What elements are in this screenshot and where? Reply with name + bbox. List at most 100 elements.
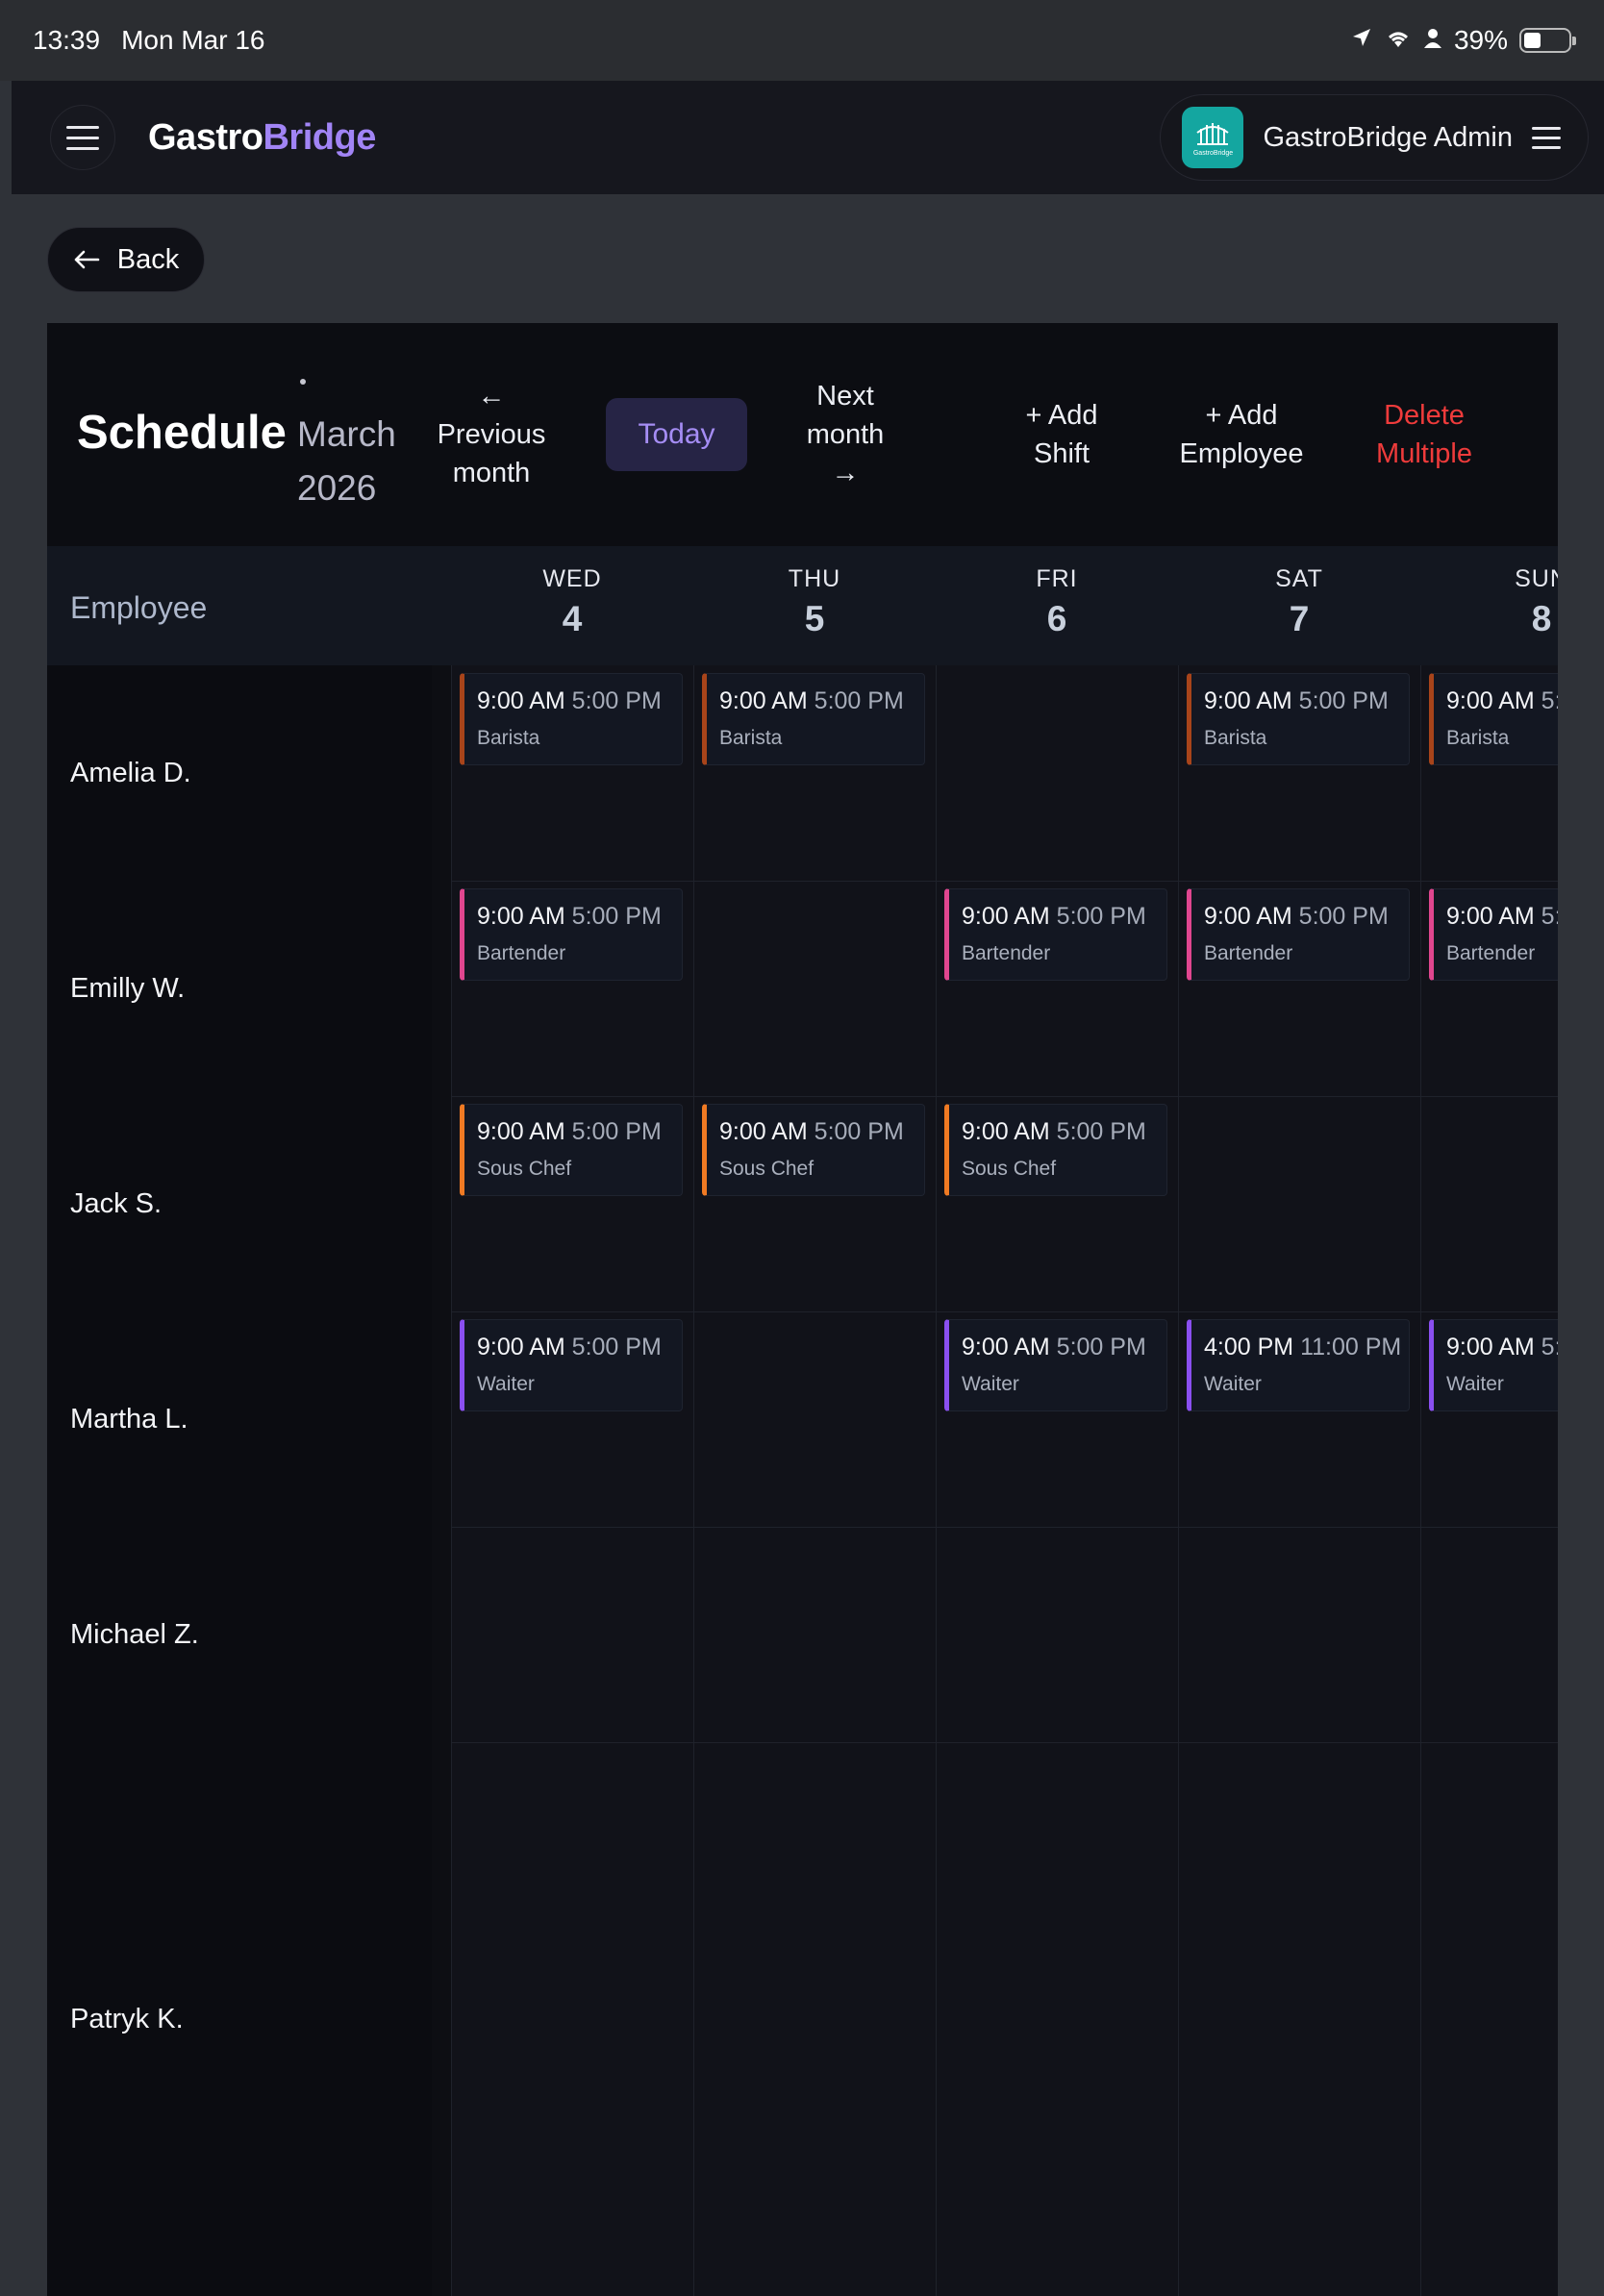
shift-start: 9:00 AM (477, 903, 572, 930)
shift-start: 9:00 AM (1204, 903, 1299, 930)
day-of-month: 5 (804, 599, 825, 638)
shift-role: Waiter (1204, 1373, 1262, 1395)
employee-column-header: Employee (70, 590, 208, 625)
employee-name[interactable]: Martha L. (70, 1404, 188, 1435)
shift-time: 9:00 AM 5:00 PM (477, 1334, 682, 1361)
day-header-fri: FRI 6 (936, 565, 1178, 639)
shift-end: 5:00 PM (571, 1334, 662, 1360)
shift-time: 9:00 AM 5:00 PM (719, 687, 924, 715)
admin-name: GastroBridge Admin (1263, 121, 1513, 153)
shift-card[interactable]: 9:00 AM 5:00 PMBartender (460, 888, 683, 981)
shift-card[interactable]: 9:00 AM 5:00 PM Waiter (944, 1319, 1167, 1411)
brand-logo[interactable]: GastroBridge (148, 117, 376, 159)
arrow-right-icon: → (831, 458, 860, 488)
shift-card[interactable]: 4:00 PM 11:00 PM Waiter (1187, 1319, 1410, 1411)
shift-end: 5:00 PM (1056, 1118, 1146, 1145)
grid-column-divider (936, 665, 937, 2296)
grid-row-divider (451, 1311, 1558, 1312)
shift-end: 5:00 PM (814, 687, 904, 714)
employee-name[interactable]: Michael Z. (70, 1619, 199, 1651)
shift-card[interactable]: 9:00 AM 5:00 PM Barista (460, 673, 683, 765)
shift-start: 4:00 PM (1204, 1334, 1301, 1360)
status-date: Mon Mar 16 (121, 25, 265, 55)
shift-card[interactable]: 9:00 AM 5:00 PM Barista (702, 673, 925, 765)
shift-card[interactable]: 9:00 AM 5:00 PMBartender (1187, 888, 1410, 981)
shift-card[interactable]: 9:00 AM 5:00 PM Sous Chef (944, 1104, 1167, 1196)
shift-card[interactable]: 9:00 AM 5:00 PMBartender (944, 888, 1167, 981)
shift-card[interactable]: 9:00 AM 5:00 PM Waiter (460, 1319, 683, 1411)
add-employee-button[interactable]: + Add Employee (1165, 396, 1318, 473)
separator-dot (300, 379, 306, 385)
shift-start: 9:00 AM (477, 687, 572, 714)
arrow-left-icon (74, 250, 100, 269)
grid-row-divider (451, 1096, 1558, 1097)
shift-end: 5:00 PM (1541, 903, 1558, 930)
employee-name[interactable]: Jack S. (70, 1188, 162, 1220)
shift-time: 9:00 AM 5:00 PM (1204, 687, 1409, 715)
shift-time: 9:00 AM 5:00 PM (1446, 687, 1558, 715)
day-of-week: THU (788, 565, 841, 592)
admin-logo: GastroBridge (1182, 107, 1244, 168)
today-button[interactable]: Today (606, 398, 747, 471)
employee-name[interactable]: Patryk K. (70, 2004, 184, 2035)
shift-start: 9:00 AM (1446, 687, 1541, 714)
day-of-week: FRI (1036, 565, 1078, 592)
add-shift-button[interactable]: + Add Shift (1014, 396, 1110, 473)
menu-button[interactable] (50, 105, 115, 170)
shift-card[interactable]: 9:00 AM 5:00 PM Barista (1429, 673, 1558, 765)
menu-icon (1532, 126, 1561, 149)
grid-column-divider (693, 665, 694, 2296)
back-button[interactable]: Back (47, 227, 205, 292)
shift-role: Sous Chef (719, 1158, 815, 1180)
employee-name[interactable]: Emilly W. (70, 973, 185, 1005)
schedule-header-row: Employee WED 4 THU 5 FRI 6 SAT 7 SUN 8 (47, 546, 1558, 665)
shift-start: 9:00 AM (1204, 687, 1299, 714)
shift-start: 9:00 AM (477, 1334, 572, 1360)
grid-row-divider (451, 881, 1558, 882)
shift-role: Bartender (1446, 942, 1536, 964)
shift-card[interactable]: 9:00 AM 5:00 PM Sous Chef (702, 1104, 925, 1196)
grid-column-divider (1420, 665, 1421, 2296)
previous-month-button[interactable]: ← Previous month (424, 377, 559, 492)
next-month-button[interactable]: Next month → (778, 377, 913, 492)
shift-card[interactable]: 9:00 AM 5:00 PM Waiter (1429, 1319, 1558, 1411)
shift-time: 9:00 AM 5:00 PM (962, 1334, 1166, 1361)
shift-time: 4:00 PM 11:00 PM (1204, 1334, 1409, 1361)
admin-account-button[interactable]: GastroBridge GastroBridge Admin (1160, 94, 1589, 181)
schedule-panel: Schedule March 2026 ← Previous month Tod… (47, 323, 1558, 2296)
shift-start: 9:00 AM (1446, 1334, 1541, 1360)
employee-column: Amelia D. Emilly W. Jack S. Martha L. Michae… (47, 665, 432, 2296)
grid-row-divider (451, 1527, 1558, 1528)
grid-row-divider (451, 1742, 1558, 1743)
arrow-left-icon: ← (477, 381, 506, 412)
day-of-week: WED (542, 565, 602, 592)
shift-end: 5:00 PM (571, 1118, 662, 1145)
shift-time: 9:00 AM 5:00 PM (719, 1118, 924, 1146)
shift-start: 9:00 AM (477, 1118, 572, 1145)
schedule-grid: 9:00 AM 5:00 PM Barista 9:00 AM 5:00 PM Bar… (451, 665, 1558, 2296)
shift-card[interactable]: 9:00 AM 5:00 PM Sous Chef (460, 1104, 683, 1196)
shift-end: 5:00 PM (1298, 903, 1389, 930)
shift-end: 5:00 PM (1056, 1334, 1146, 1360)
employee-name[interactable]: Amelia D. (70, 758, 191, 789)
shift-end: 5:00 PM (571, 687, 662, 714)
shift-start: 9:00 AM (719, 687, 815, 714)
day-of-month: 6 (1046, 599, 1067, 638)
delete-multiple-button[interactable]: Delete Multiple (1357, 396, 1491, 473)
shift-role: Bartender (962, 942, 1051, 964)
back-label: Back (116, 243, 180, 275)
shift-end: 11:00 PM (1300, 1334, 1402, 1360)
shift-time: 9:00 AM 5:00 PM (1204, 903, 1409, 931)
current-month: March 2026 (297, 414, 396, 508)
shift-card[interactable]: 9:00 AM 5:00 PM Barista (1187, 673, 1410, 765)
shift-card[interactable]: 9:00 AM 5:00 PMBartender (1429, 888, 1558, 981)
day-of-week: SUN (1515, 565, 1558, 592)
shift-time: 9:00 AM 5:00 PM (477, 687, 682, 715)
shift-time: 9:00 AM 5:00 PM (1446, 1334, 1558, 1361)
menu-icon (66, 125, 99, 129)
schedule-toolbar: Schedule March 2026 ← Previous month Tod… (47, 323, 1558, 546)
shift-end: 5:00 PM (571, 903, 662, 930)
shift-role: Barista (1446, 727, 1510, 749)
battery-percent: 39% (1453, 25, 1508, 55)
shift-start: 9:00 AM (962, 1334, 1057, 1360)
